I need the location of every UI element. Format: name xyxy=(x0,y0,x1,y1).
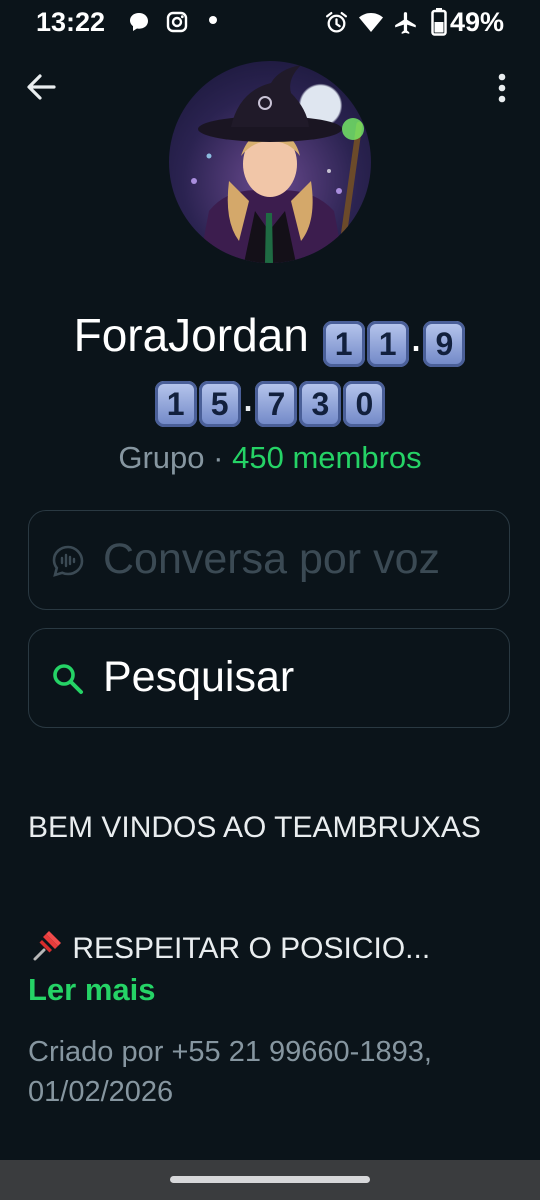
keycap-digit: 1 xyxy=(366,321,409,367)
group-subtitle: Grupo · 450 membros xyxy=(0,440,540,476)
battery-icon xyxy=(431,8,447,36)
read-more-link[interactable]: Ler mais xyxy=(28,972,156,1008)
group-type: Grupo xyxy=(118,440,205,475)
group-name-separator: . xyxy=(409,309,423,361)
system-navigation-bar xyxy=(0,1160,540,1200)
members-count[interactable]: 450 membros xyxy=(232,440,422,475)
more-options-icon[interactable] xyxy=(492,72,512,106)
group-name-separator: . xyxy=(241,369,255,421)
keycap-digit: 7 xyxy=(255,381,298,427)
alarm-icon xyxy=(325,11,348,33)
voice-chat-label: Conversa por voz xyxy=(103,535,440,583)
search-button[interactable]: Pesquisar xyxy=(28,628,510,728)
status-bar: 13:22 49% xyxy=(0,0,540,46)
keycap-digit: 9 xyxy=(423,321,466,367)
search-icon xyxy=(53,664,83,694)
pushpin-icon xyxy=(33,931,61,961)
voice-chat-button[interactable]: Conversa por voz xyxy=(28,510,510,610)
subtitle-separator: · xyxy=(213,440,224,475)
voice-chat-icon xyxy=(52,545,84,577)
gesture-handle[interactable] xyxy=(170,1176,370,1183)
back-arrow-icon[interactable] xyxy=(24,70,58,104)
instagram-icon xyxy=(166,11,188,33)
created-by-text: Criado por +55 21 99660-1893, 01/02/2026 xyxy=(28,1036,432,1108)
airplane-icon xyxy=(395,12,416,34)
search-label: Pesquisar xyxy=(103,653,295,701)
wifi-icon xyxy=(359,13,383,32)
group-name-line2: 15.730 xyxy=(0,366,540,427)
group-description-line: BEM VINDOS AO TEAMBRUXAS xyxy=(28,811,481,844)
keycap-digit: 1 xyxy=(154,381,197,427)
dot-icon xyxy=(209,16,217,24)
group-name-text: ForaJordan xyxy=(73,309,309,361)
group-name: ForaJordan 11.9 xyxy=(0,306,540,367)
keycap-digit: 5 xyxy=(198,381,241,427)
battery-percent: 49% xyxy=(450,7,505,37)
group-avatar[interactable] xyxy=(169,61,371,263)
status-time: 13:22 xyxy=(36,7,106,37)
keycap-digit: 0 xyxy=(343,381,386,427)
chat-bubble-icon xyxy=(130,13,148,31)
avatar-illustration xyxy=(191,65,364,263)
group-description-pin: RESPEITAR O POSICIO... xyxy=(28,928,518,969)
pin-text: RESPEITAR O POSICIO... xyxy=(72,932,431,965)
keycap-digit: 3 xyxy=(299,381,342,427)
keycap-digit: 1 xyxy=(322,321,365,367)
